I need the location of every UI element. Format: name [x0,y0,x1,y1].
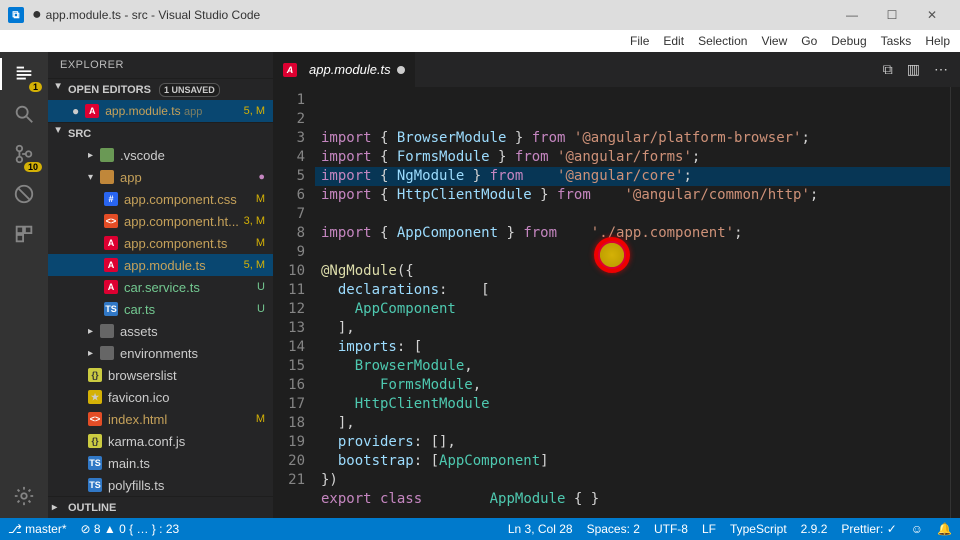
angular-icon: A [283,63,297,77]
tree-item[interactable]: Aapp.component.tsM [48,232,273,254]
menubar: File Edit Selection View Go Debug Tasks Help [0,30,960,52]
tree-item[interactable]: TSpolyfills.ts [48,474,273,496]
status-prettier[interactable]: Prettier: ✓ [841,522,896,536]
tree-item[interactable]: Aapp.module.ts5, M [48,254,273,276]
open-editors-header[interactable]: ▸ OPEN EDITORS 1 UNSAVED [48,78,273,100]
activity-search-icon[interactable] [10,100,38,128]
tab-bar: A app.module.ts ⧉ ▥ ⋯ [273,52,960,87]
activity-debug-icon[interactable] [10,180,38,208]
tree-item[interactable]: <>app.component.ht...3, M [48,210,273,232]
activity-bar: 1 10 [0,52,48,518]
open-editor-item[interactable]: ●Aapp.module.ts app5, M [48,100,273,122]
activity-settings-icon[interactable] [10,482,38,510]
tab-dirty-icon [397,66,405,74]
status-language[interactable]: TypeScript [730,522,787,536]
tree-item[interactable]: TSmain.ts [48,452,273,474]
editor-layout-icon[interactable]: ▥ [907,61,920,78]
tree-item[interactable]: ▸assets [48,320,273,342]
chevron-down-icon: ▸ [53,128,64,140]
tree-item[interactable]: ★favicon.ico [48,386,273,408]
outline-header[interactable]: ▸ OUTLINE [48,496,273,518]
menu-debug[interactable]: Debug [831,34,866,48]
status-bell-icon[interactable]: 🔔 [937,522,952,536]
window-titlebar: ⧉ ● app.module.ts - src - Visual Studio … [0,0,960,30]
editor-area: A app.module.ts ⧉ ▥ ⋯ 123456789101112131… [273,52,960,518]
code-editor[interactable]: 123456789101112131415161718192021 import… [273,87,960,518]
tree-item[interactable]: {}browserslist [48,364,273,386]
status-branch[interactable]: ⎇ master* [8,522,67,536]
status-cursor[interactable]: Ln 3, Col 28 [508,522,573,536]
vscode-icon: ⧉ [8,7,24,23]
activity-scm-icon[interactable]: 10 [10,140,38,168]
menu-tasks[interactable]: Tasks [881,34,912,48]
outline-label: OUTLINE [68,502,116,514]
tree-item[interactable]: {}karma.conf.js [48,430,273,452]
tab-app-module[interactable]: A app.module.ts [273,52,415,87]
tree-item[interactable]: ▸.vscode [48,144,273,166]
minimap[interactable] [950,87,960,518]
chevron-down-icon: ▸ [53,84,64,96]
tree-item[interactable]: TScar.tsU [48,298,273,320]
status-problems[interactable]: ⊘ 8 ▲ 0 { … } : 23 [81,522,180,536]
activity-explorer-icon[interactable]: 1 [10,60,38,88]
open-editors-label: OPEN EDITORS [68,84,151,96]
tree-item[interactable]: <>index.htmlM [48,408,273,430]
menu-go[interactable]: Go [801,34,817,48]
menu-help[interactable]: Help [925,34,950,48]
window-minimize[interactable]: — [832,0,872,30]
window-close[interactable]: ✕ [912,0,952,30]
open-editors-list: ●Aapp.module.ts app5, M [48,100,273,122]
unsaved-badge: 1 UNSAVED [159,83,220,97]
line-gutter: 123456789101112131415161718192021 [273,87,315,518]
explorer-sidebar: EXPLORER ▸ OPEN EDITORS 1 UNSAVED ●Aapp.… [48,52,273,518]
explorer-badge: 1 [29,82,42,92]
workspace-root-header[interactable]: ▸ SRC [48,122,273,144]
split-editor-icon[interactable]: ⧉ [883,61,893,78]
menu-edit[interactable]: Edit [663,34,684,48]
menu-view[interactable]: View [761,34,787,48]
status-indent[interactable]: Spaces: 2 [587,522,640,536]
scm-badge: 10 [24,162,42,172]
file-tree: ▸.vscode▾app●#app.component.cssM<>app.co… [48,144,273,496]
code-body[interactable]: import { BrowserModule } from '@angular/… [315,87,950,518]
tree-item[interactable]: ▾app● [48,166,273,188]
status-encoding[interactable]: UTF-8 [654,522,688,536]
menu-file[interactable]: File [630,34,649,48]
tree-item[interactable]: #app.component.cssM [48,188,273,210]
explorer-header: EXPLORER [48,52,273,78]
status-ts-version[interactable]: 2.9.2 [801,522,828,536]
tree-item[interactable]: Acar.service.tsU [48,276,273,298]
activity-extensions-icon[interactable] [10,220,38,248]
status-bar: ⎇ master* ⊘ 8 ▲ 0 { … } : 23 Ln 3, Col 2… [0,518,960,540]
chevron-right-icon: ▸ [52,502,64,513]
workspace-root-label: SRC [68,128,91,140]
status-feedback-icon[interactable]: ☺ [911,522,923,536]
tree-item[interactable]: ▸environments [48,342,273,364]
more-actions-icon[interactable]: ⋯ [934,61,948,78]
status-eol[interactable]: LF [702,522,716,536]
menu-selection[interactable]: Selection [698,34,747,48]
annotation-marker [594,237,630,273]
window-maximize[interactable]: ☐ [872,0,912,30]
dirty-indicator: ● [32,6,42,24]
tab-label: app.module.ts [309,62,391,77]
window-title: app.module.ts - src - Visual Studio Code [46,8,261,22]
